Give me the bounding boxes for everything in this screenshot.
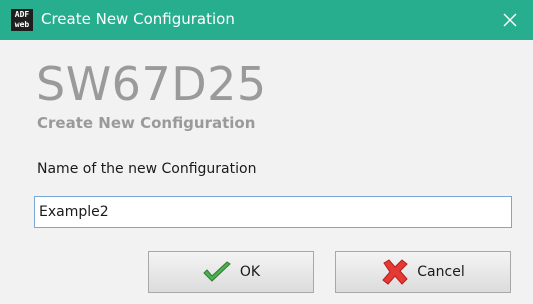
checkmark-icon: [202, 261, 232, 283]
close-button[interactable]: [487, 0, 533, 40]
app-icon-text-top: ADF: [14, 10, 30, 19]
dialog-body: SW67D25 Create New Configuration Name of…: [0, 40, 533, 304]
configuration-name-input[interactable]: [34, 196, 512, 228]
dialog-subtitle: Create New Configuration: [37, 114, 256, 132]
close-icon: [503, 13, 517, 27]
title-bar: ADF web Create New Configuration: [0, 0, 533, 40]
create-configuration-dialog: ADF web Create New Configuration SW67D25…: [0, 0, 533, 304]
cancel-button[interactable]: Cancel: [335, 251, 511, 293]
configuration-name-label: Name of the new Configuration: [37, 161, 257, 177]
window-title: Create New Configuration: [41, 10, 235, 28]
ok-button-label: OK: [239, 264, 261, 280]
ok-button[interactable]: OK: [148, 251, 314, 293]
red-x-icon: [381, 259, 409, 285]
model-name: SW67D25: [36, 57, 267, 111]
cancel-button-label: Cancel: [417, 264, 465, 280]
app-icon-text-bottom: web: [14, 20, 30, 29]
adfweb-app-icon: ADF web: [11, 9, 33, 31]
